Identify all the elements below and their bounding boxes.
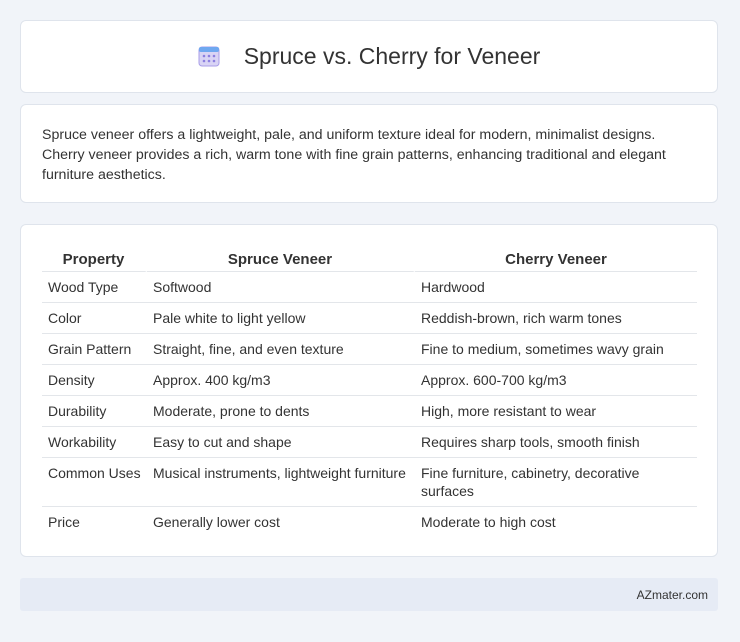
- cell-property: Common Uses: [42, 458, 147, 507]
- footer-brand[interactable]: AZmater.com: [637, 588, 708, 602]
- cell-spruce: Moderate, prone to dents: [147, 396, 415, 427]
- cell-property: Density: [42, 365, 147, 396]
- header-spruce: Spruce Veneer: [147, 245, 415, 272]
- table-header-row: Property Spruce Veneer Cherry Veneer: [42, 245, 697, 272]
- cell-property: Price: [48, 514, 80, 530]
- cell-spruce: Musical instruments, lightweight furnitu…: [147, 458, 415, 507]
- cell-cherry: High, more resistant to wear: [415, 396, 697, 427]
- header-property: Property: [42, 245, 147, 272]
- cell-property: Durability: [42, 396, 147, 427]
- table-row: Durability Moderate, prone to dents High…: [42, 396, 697, 427]
- cell-cherry: Reddish-brown, rich warm tones: [415, 303, 697, 334]
- table-row: Grain Pattern Straight, fine, and even t…: [42, 334, 697, 365]
- table-row: Common Uses Musical instruments, lightwe…: [42, 458, 697, 507]
- cell-property: Workability: [42, 427, 147, 458]
- cell-spruce: Easy to cut and shape: [147, 427, 415, 458]
- cell-cherry: Hardwood: [415, 272, 697, 303]
- title-card: Spruce vs. Cherry for Veneer: [20, 20, 718, 93]
- cell-cherry: Fine to medium, sometimes wavy grain: [415, 334, 697, 365]
- summary-text: Spruce veneer offers a lightweight, pale…: [42, 127, 666, 183]
- cell-property: Wood Type: [42, 272, 147, 303]
- cell-spruce: Approx. 400 kg/m3: [147, 365, 415, 396]
- cell-cherry: Fine furniture, cabinetry, decorative su…: [415, 458, 697, 507]
- table-row: Price Generally lower cost Moderate to h…: [42, 507, 697, 537]
- cell-property: Color: [42, 303, 147, 334]
- cell-property: Grain Pattern: [42, 334, 147, 365]
- cell-cherry: Moderate to high cost: [421, 514, 556, 530]
- table-row: Workability Easy to cut and shape Requir…: [42, 427, 697, 458]
- footer: AZmater.com: [20, 578, 718, 611]
- comparison-table: Property Spruce Veneer Cherry Veneer Woo…: [42, 245, 697, 537]
- cell-cherry: Requires sharp tools, smooth finish: [415, 427, 697, 458]
- cell-spruce: Straight, fine, and even texture: [147, 334, 415, 365]
- table-row: Color Pale white to light yellow Reddish…: [42, 303, 697, 334]
- summary-card: Spruce veneer offers a lightweight, pale…: [20, 104, 718, 203]
- table-row: Wood Type Softwood Hardwood: [42, 272, 697, 303]
- cell-spruce: Generally lower cost: [153, 514, 280, 530]
- comparison-table-card: Property Spruce Veneer Cherry Veneer Woo…: [20, 224, 718, 557]
- cell-spruce: Softwood: [147, 272, 415, 303]
- header-cherry: Cherry Veneer: [415, 245, 697, 272]
- cell-cherry: Approx. 600-700 kg/m3: [415, 365, 697, 396]
- calendar-icon: [198, 46, 220, 66]
- page-title: Spruce vs. Cherry for Veneer: [243, 43, 541, 69]
- cell-spruce: Pale white to light yellow: [147, 303, 415, 334]
- table-row: Density Approx. 400 kg/m3 Approx. 600-70…: [42, 365, 697, 396]
